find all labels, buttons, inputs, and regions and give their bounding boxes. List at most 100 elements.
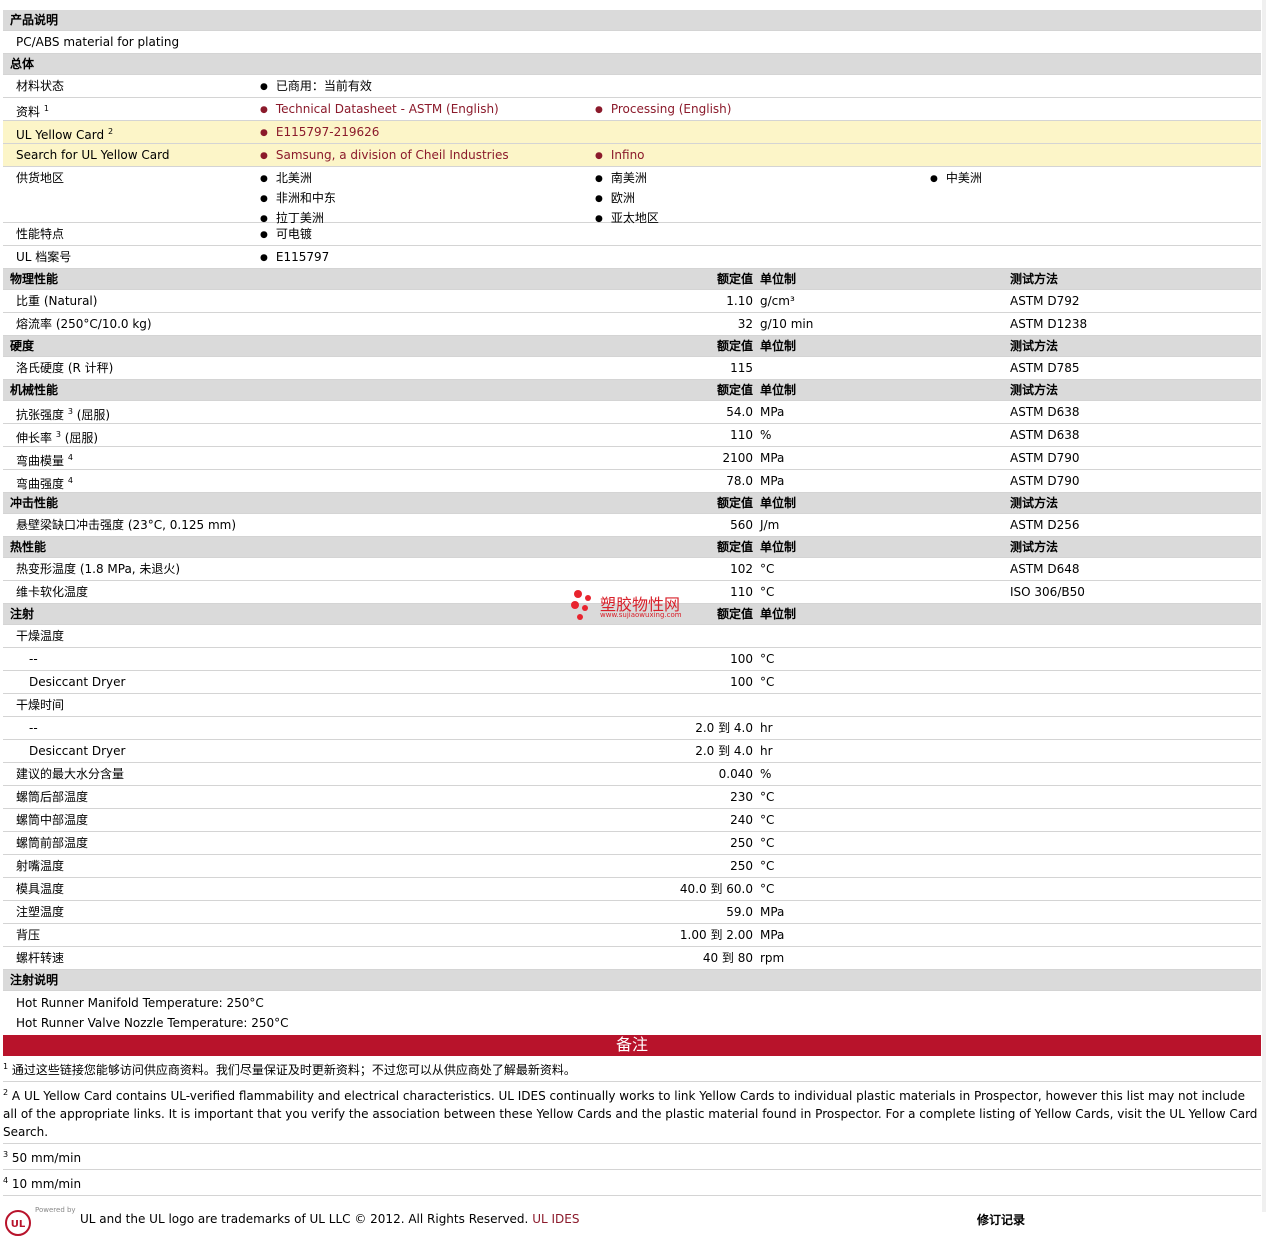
property-value: 110 (730, 585, 753, 599)
property-unit: % (760, 428, 772, 442)
region-item: 非洲和中东 (260, 188, 336, 210)
injection-note-line: Hot Runner Valve Nozzle Temperature: 250… (16, 1016, 289, 1030)
ul-logo-icon: UL (5, 1210, 31, 1236)
property-value: 40.0 到 60.0 (679, 882, 753, 896)
nominal-col-header: 额定值 (716, 607, 753, 621)
section-title: 机械性能 (10, 383, 59, 397)
technical-datasheet-link[interactable]: Technical Datasheet - ASTM (English) (260, 98, 499, 122)
description-row: PC/ABS material for plating (3, 31, 1261, 54)
property-unit: MPa (760, 451, 785, 465)
property-unit: °C (760, 652, 775, 666)
method-col-header: 测试方法 (1010, 496, 1059, 510)
property-row: 射嘴温度 250 °C (3, 855, 1261, 878)
property-unit: °C (760, 813, 775, 827)
watermark-dots-icon (571, 590, 591, 620)
property-row: 弯曲强度 4 78.0 MPa ASTM D790 (3, 470, 1261, 493)
note-text: 通过这些链接您能够访问供应商资料。我们尽量保证及时更新资料；不过您可以从供应商处… (11, 1063, 576, 1077)
footnote-ref: 4 (67, 476, 73, 485)
footer: UL Powered by UL and the UL logo are tra… (3, 1206, 1261, 1246)
property-value: 250 (730, 859, 753, 873)
property-value: 560 (730, 518, 753, 532)
property-label: 比重 (Natural) (16, 290, 97, 312)
property-value: 100 (730, 675, 753, 689)
ul-file-row: UL 档案号 E115797 (3, 246, 1261, 269)
watermark-url: www.sujiaowuxing.com (600, 611, 682, 619)
revision-history-link[interactable]: 修订记录 (977, 1211, 1025, 1228)
property-unit: MPa (760, 905, 785, 919)
note-number: 1 (3, 1062, 9, 1071)
property-row: 悬壁梁缺口冲击强度 (23°C, 0.125 mm) 560 J/m ASTM D25… (3, 514, 1261, 537)
method-col-header: 测试方法 (1010, 272, 1059, 286)
property-value: 59.0 (726, 905, 753, 919)
scrollbar[interactable] (1262, 0, 1266, 1212)
property-name: -- (29, 652, 38, 666)
property-name: 模具温度 (16, 882, 65, 896)
property-condition: (屈服) (72, 408, 111, 422)
note-4: 4 10 mm/min (3, 1170, 1261, 1196)
section-header-general: 总体 (3, 54, 1261, 75)
property-label: -- (29, 717, 38, 739)
property-name: 弯曲模量 (16, 454, 65, 468)
property-value: 115 (730, 361, 753, 375)
property-label: Desiccant Dryer (29, 740, 125, 762)
property-name: Desiccant Dryer (29, 675, 126, 689)
note-number: 4 (3, 1176, 9, 1185)
section-title: 硬度 (10, 339, 35, 353)
property-unit: °C (760, 562, 775, 576)
method-col-header: 测试方法 (1010, 339, 1059, 353)
property-unit: hr (760, 744, 773, 758)
powered-by-text: Powered by (35, 1206, 76, 1214)
property-label: 模具温度 (16, 878, 64, 900)
property-label: 螺杆转速 (16, 947, 64, 969)
test-method: ISO 306/B50 (1010, 585, 1085, 599)
unit-col-header: 单位制 (760, 383, 797, 397)
test-method: ASTM D1238 (1010, 317, 1088, 331)
features-label: 性能特点 (16, 227, 65, 241)
test-method: ASTM D638 (1010, 405, 1080, 419)
property-value: 2.0 到 4.0 (695, 721, 753, 735)
property-unit: °C (760, 790, 775, 804)
processing-link[interactable]: Processing (English) (595, 98, 732, 122)
docs-label-text: 资料 (16, 105, 41, 119)
section-header-impact: 冲击性能 额定值 单位制 测试方法 (3, 493, 1261, 514)
property-label: 热变形温度 (1.8 MPa, 未退火) (16, 558, 180, 580)
property-label: 螺筒后部温度 (16, 786, 88, 808)
property-row: 螺筒前部温度 250 °C (3, 832, 1261, 855)
region-item: 欧洲 (595, 188, 635, 210)
property-value: 110 (730, 428, 753, 442)
section-title: 注射说明 (10, 973, 59, 987)
property-name: 洛氏硬度 (R 计秤) (16, 361, 114, 375)
property-label: 弯曲模量 4 (16, 447, 73, 472)
samsung-link[interactable]: Samsung, a division of Cheil Industries (260, 144, 509, 168)
property-row: 抗张强度 3 (屈服) 54.0 MPa ASTM D638 (3, 401, 1261, 424)
property-name: 悬壁梁缺口冲击强度 (23°C, 0.125 mm) (16, 518, 237, 532)
property-label: 射嘴温度 (16, 855, 64, 877)
section-header-physical: 物理性能 额定值 单位制 测试方法 (3, 269, 1261, 290)
note-3: 3 50 mm/min (3, 1144, 1261, 1170)
property-value: 100 (730, 652, 753, 666)
property-name: 背压 (16, 928, 41, 942)
test-method: ASTM D648 (1010, 562, 1080, 576)
yellow-card-label-text: UL Yellow Card (16, 128, 105, 142)
property-unit: J/m (760, 518, 780, 532)
unit-col-header: 单位制 (760, 540, 797, 554)
yellow-card-link[interactable]: E115797-219626 (260, 121, 380, 145)
note-number: 2 (3, 1088, 9, 1097)
description-text: PC/ABS material for plating (16, 35, 180, 49)
ul-ides-link[interactable]: UL IDES (532, 1212, 579, 1226)
property-unit: g/cm³ (760, 294, 795, 308)
property-label: -- (29, 648, 38, 670)
infino-link[interactable]: Infino (595, 144, 645, 168)
property-label: 熔流率 (250°C/10.0 kg) (16, 313, 152, 335)
property-value: 240 (730, 813, 753, 827)
test-method: ASTM D792 (1010, 294, 1080, 308)
property-name: 射嘴温度 (16, 859, 65, 873)
property-name: 干燥时间 (16, 698, 65, 712)
method-col-header: 测试方法 (1010, 540, 1059, 554)
regions-label: 供货地区 (16, 171, 65, 185)
nominal-col-header: 额定值 (716, 496, 753, 510)
property-condition: (屈服) (60, 431, 99, 445)
watermark-logo: 塑胶物性网 www.sujiaowuxing.com (570, 588, 700, 624)
property-unit: °C (760, 585, 775, 599)
test-method: ASTM D790 (1010, 474, 1080, 488)
